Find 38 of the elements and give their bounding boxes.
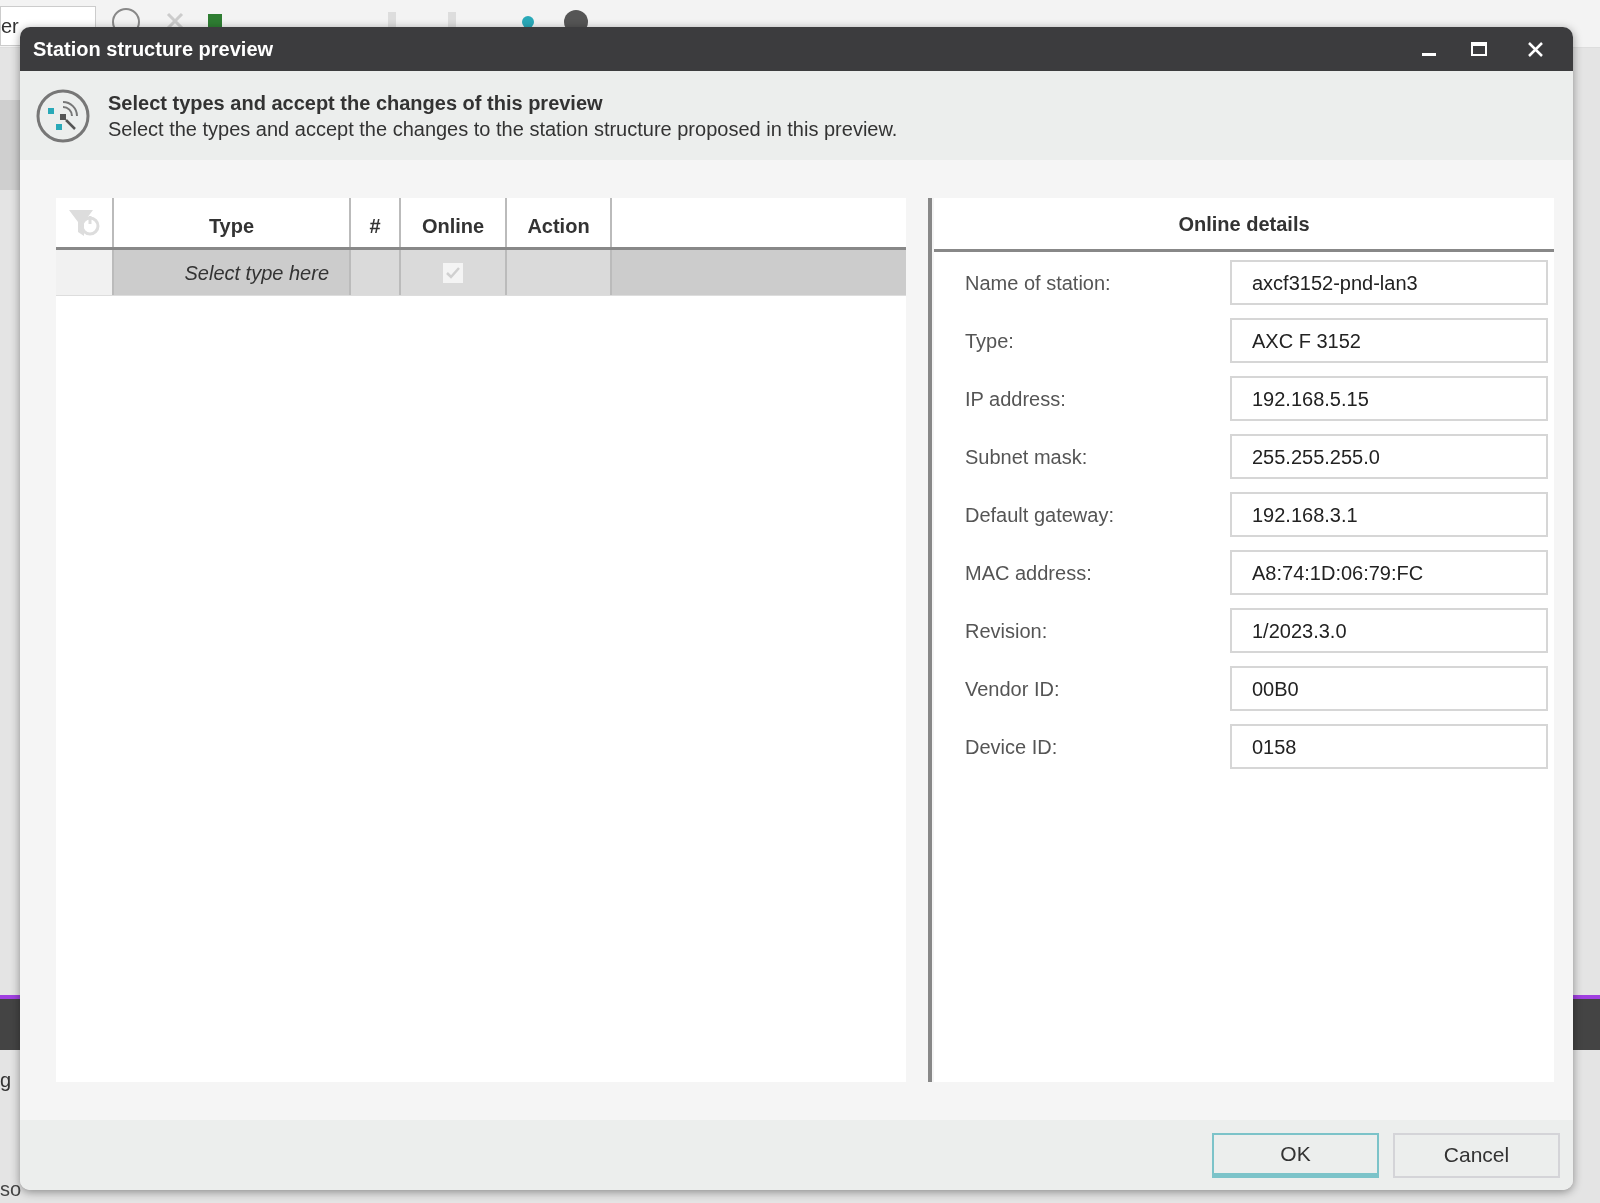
network-icon xyxy=(35,87,91,144)
row-header-cell xyxy=(56,250,114,295)
input-field[interactable]: AXC F 3152 xyxy=(1230,318,1548,363)
minimize-icon xyxy=(1422,52,1436,56)
input-field[interactable]: A8:74:1D:06:79:FC xyxy=(1230,550,1548,595)
field-label: Type: xyxy=(964,328,1015,354)
field-label: Subnet mask: xyxy=(964,444,1089,470)
field-label: Revision: xyxy=(964,618,1049,644)
input-field[interactable]: 192.168.5.15 xyxy=(1230,376,1548,421)
maximize-icon xyxy=(1471,42,1487,56)
field-label: Vendor ID: xyxy=(964,676,1061,702)
field-label: Default gateway: xyxy=(964,502,1115,528)
field-label: MAC address: xyxy=(964,560,1093,586)
field-label: IP address: xyxy=(964,386,1067,412)
input-field[interactable]: axcf3152-pnd-lan3 xyxy=(1230,260,1548,305)
input-field[interactable]: 00B0 xyxy=(1230,666,1548,711)
field-label: Device ID: xyxy=(964,734,1059,760)
table-cell xyxy=(351,250,401,295)
dark-bar xyxy=(0,995,20,1050)
column-header[interactable]: Type xyxy=(208,211,255,241)
header-description: Select the types and accept the changes to the station structure proposed in this preview. xyxy=(108,116,898,142)
status-text: so xyxy=(0,1178,22,1200)
input-field[interactable]: 1/2023.3.0 xyxy=(1230,608,1548,653)
type-placeholder[interactable]: Select type here xyxy=(184,257,329,288)
panel-label: g xyxy=(0,1068,12,1093)
table-row[interactable]: Select type here xyxy=(56,250,906,296)
input-field[interactable]: 192.168.3.1 xyxy=(1230,492,1548,537)
column-header[interactable]: Action xyxy=(527,211,590,241)
column-header[interactable]: # xyxy=(369,211,381,241)
header-title: Select types and accept the changes of this preview xyxy=(108,90,604,116)
input-field[interactable]: 255.255.255.0 xyxy=(1230,434,1548,479)
input-field[interactable]: 0158 xyxy=(1230,724,1548,769)
cancel-button[interactable]: Cancel xyxy=(1393,1132,1560,1178)
close-icon xyxy=(1527,41,1543,57)
ok-button[interactable]: OK xyxy=(1212,1132,1379,1178)
panel-title: Online details xyxy=(1178,211,1310,237)
column-header[interactable]: Online xyxy=(421,211,485,241)
field-label: Name of station: xyxy=(964,270,1112,296)
